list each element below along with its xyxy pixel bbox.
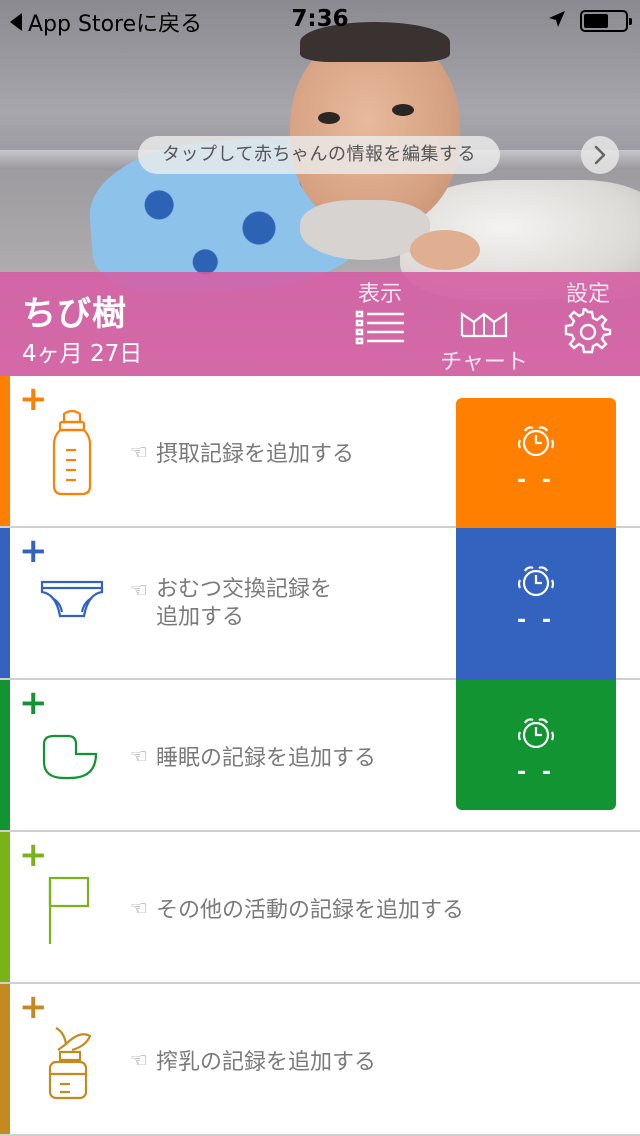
pointing-hand-icon: ☜ bbox=[130, 440, 148, 464]
row-color-stripe bbox=[0, 984, 10, 1134]
action-label: 摂取記録を追加する bbox=[155, 442, 354, 467]
bottle-icon bbox=[36, 408, 108, 498]
alarm-clock-icon bbox=[516, 426, 556, 464]
row-color-stripe bbox=[0, 528, 10, 678]
action-label-line1: おむつ交換記録を bbox=[155, 577, 332, 602]
display-button[interactable]: 表示 bbox=[350, 276, 410, 352]
record-list: + ☜ 摂取記録を追加する - - + ☜ おむつ交換記録を 追加する - - … bbox=[0, 376, 640, 1136]
diaper-row[interactable]: + ☜ おむつ交換記録を 追加する - - bbox=[0, 528, 640, 680]
diaper-timer[interactable]: - - bbox=[456, 528, 616, 680]
list-icon bbox=[354, 310, 406, 352]
row-color-stripe bbox=[0, 832, 10, 982]
chart-button[interactable]: チャート bbox=[432, 308, 536, 376]
sleep-timer[interactable]: - - bbox=[456, 680, 616, 810]
photo-baby-eye bbox=[318, 112, 340, 124]
settings-label: 設定 bbox=[565, 282, 610, 307]
alarm-clock-icon bbox=[516, 566, 556, 604]
display-label: 表示 bbox=[357, 282, 402, 307]
pointing-hand-icon: ☜ bbox=[130, 744, 148, 768]
sleep-row[interactable]: + ☜ 睡眠の記録を追加する - - bbox=[0, 680, 640, 832]
flag-icon bbox=[36, 864, 108, 954]
diaper-icon bbox=[36, 560, 108, 650]
pointing-hand-icon: ☜ bbox=[130, 896, 148, 920]
activity-row[interactable]: + ☜ その他の活動の記録を追加する bbox=[0, 832, 640, 984]
add-sleep-record[interactable]: ☜ 睡眠の記録を追加する bbox=[130, 680, 376, 832]
settings-button[interactable]: 設定 bbox=[560, 276, 616, 360]
action-label: その他の活動の記録を追加する bbox=[155, 898, 464, 923]
timer-value: - - bbox=[517, 608, 555, 633]
pointing-hand-icon: ☜ bbox=[130, 578, 148, 602]
location-arrow-icon bbox=[548, 10, 566, 32]
action-label-line2: 追加する bbox=[155, 605, 244, 630]
photo-baby-hand bbox=[410, 230, 480, 270]
crib-icon bbox=[36, 712, 108, 802]
row-color-stripe bbox=[0, 680, 10, 830]
add-diaper-record[interactable]: ☜ おむつ交換記録を 追加する bbox=[130, 528, 332, 680]
feeding-row[interactable]: + ☜ 摂取記録を追加する - - bbox=[0, 376, 640, 528]
row-color-stripe bbox=[0, 376, 10, 526]
add-feeding-record[interactable]: ☜ 摂取記録を追加する bbox=[130, 376, 354, 528]
breast-pump-icon bbox=[36, 1016, 108, 1106]
add-activity-record[interactable]: ☜ その他の活動の記録を追加する bbox=[130, 832, 464, 984]
chart-label: チャート bbox=[440, 350, 528, 375]
add-pumping-record[interactable]: ☜ 搾乳の記録を追加する bbox=[130, 984, 376, 1136]
action-label: 睡眠の記録を追加する bbox=[155, 746, 376, 771]
edit-baby-hint[interactable]: タップして赤ちゃんの情報を編集する bbox=[138, 136, 500, 174]
pointing-hand-icon: ☜ bbox=[130, 1048, 148, 1072]
baby-name[interactable]: ちび樹 bbox=[22, 286, 127, 335]
photo-baby-eye bbox=[392, 104, 414, 116]
timer-value: - - bbox=[517, 760, 555, 785]
baby-age: 4ヶ月 27日 bbox=[22, 341, 143, 367]
chart-icon bbox=[460, 311, 508, 342]
baby-header: ちび樹 4ヶ月 27日 表示 チャート 設定 bbox=[0, 272, 640, 376]
gear-icon bbox=[564, 305, 612, 360]
timer-value: - - bbox=[517, 468, 555, 493]
action-label: 搾乳の記録を追加する bbox=[155, 1050, 376, 1075]
feeding-timer[interactable]: - - bbox=[456, 398, 616, 528]
status-bar: App Storeに戻る 7:36 bbox=[0, 0, 640, 40]
pumping-row[interactable]: + ☜ 搾乳の記録を追加する bbox=[0, 984, 640, 1136]
chevron-right-icon[interactable] bbox=[581, 136, 619, 174]
battery-icon bbox=[580, 10, 632, 32]
alarm-clock-icon bbox=[516, 718, 556, 756]
status-time: 7:36 bbox=[291, 6, 349, 32]
